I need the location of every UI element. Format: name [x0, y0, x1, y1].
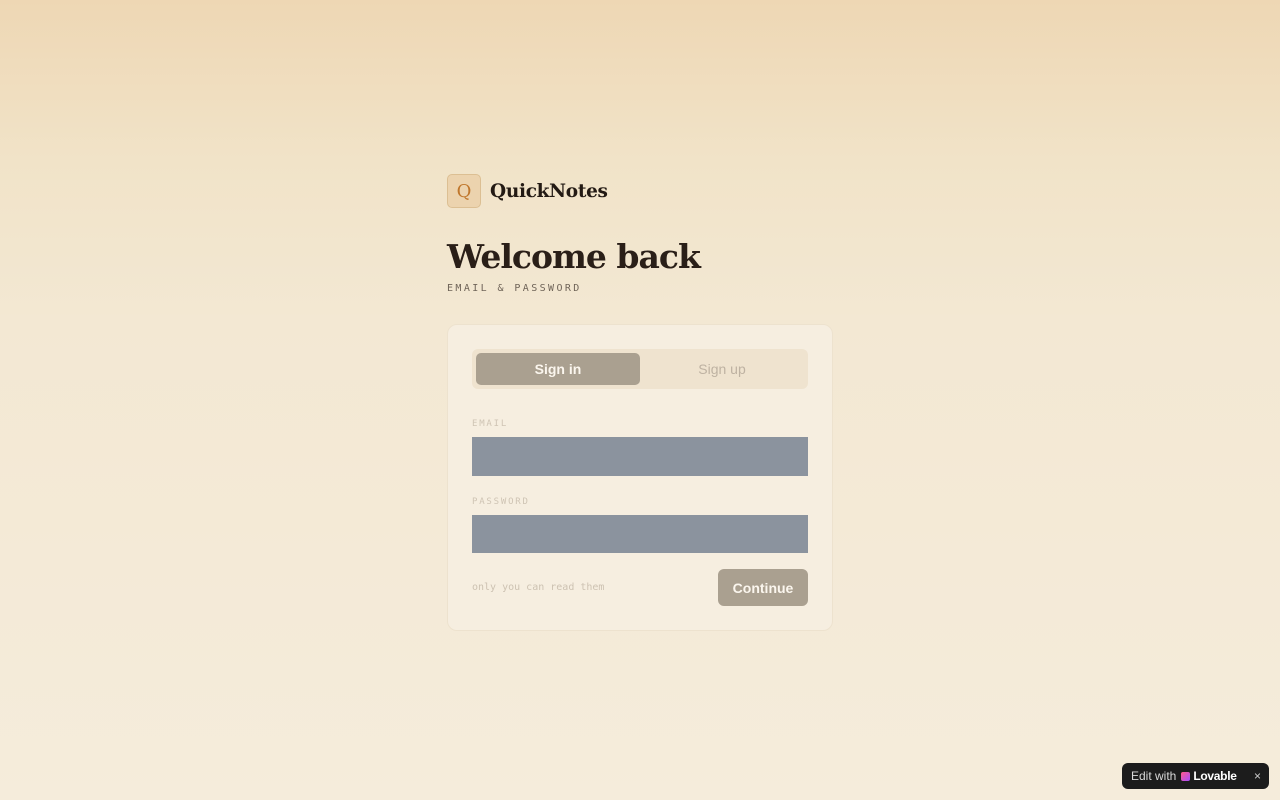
- email-field[interactable]: [472, 437, 808, 476]
- page-subtitle: EMAIL & PASSWORD: [447, 283, 582, 294]
- app-logo: Q: [447, 174, 481, 208]
- auth-container: Q QuickNotes Welcome back EMAIL & PASSWO…: [447, 174, 833, 631]
- tab-sign-in[interactable]: Sign in: [476, 353, 640, 385]
- privacy-hint: only you can read them: [472, 582, 605, 593]
- continue-button[interactable]: Continue: [718, 569, 808, 606]
- badge-brand: Lovable: [1193, 769, 1237, 783]
- email-label: EMAIL: [472, 419, 509, 429]
- lovable-heart-icon: [1181, 771, 1191, 781]
- tab-sign-up[interactable]: Sign up: [640, 353, 804, 385]
- brand: Q QuickNotes: [447, 174, 833, 208]
- form-footer: only you can read them Continue: [472, 569, 808, 606]
- password-field[interactable]: [472, 515, 808, 553]
- badge-prefix: Edit with: [1131, 769, 1177, 783]
- auth-card: Sign in Sign up EMAIL PASSWORD only you …: [447, 324, 833, 631]
- password-label: PASSWORD: [472, 497, 530, 507]
- page-title: Welcome back: [447, 237, 701, 276]
- close-icon[interactable]: ×: [1254, 769, 1261, 783]
- edit-with-lovable-badge[interactable]: Edit with Lovable ×: [1122, 763, 1269, 789]
- auth-tabs: Sign in Sign up: [472, 349, 808, 389]
- app-name: QuickNotes: [490, 180, 608, 202]
